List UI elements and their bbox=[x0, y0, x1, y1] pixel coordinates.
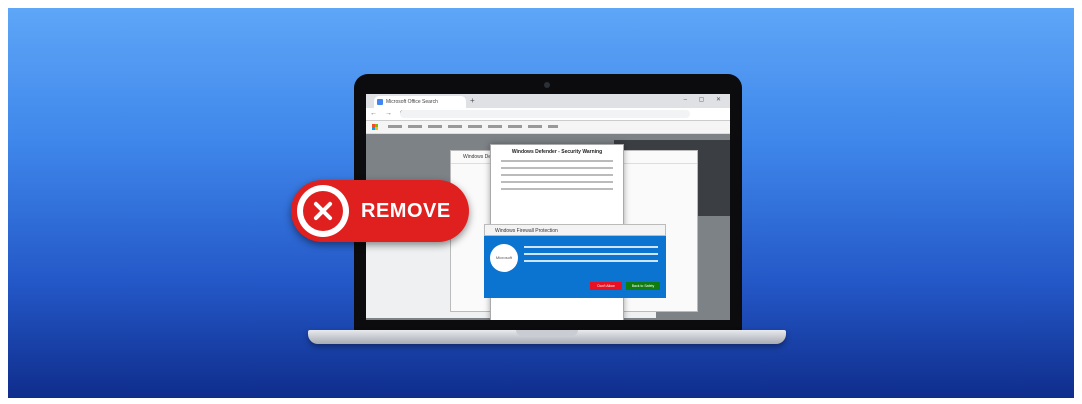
site-nav-links bbox=[388, 125, 558, 128]
tab-title: Microsoft Office Search bbox=[386, 99, 438, 105]
new-tab-button[interactable]: + bbox=[470, 96, 475, 106]
close-icon-x bbox=[303, 191, 343, 231]
browser-tab-bar: Microsoft Office Search + – ▢ ✕ bbox=[366, 94, 730, 108]
allow-button[interactable]: Back to Safety bbox=[626, 282, 660, 290]
webcam bbox=[544, 82, 550, 88]
text-line bbox=[501, 174, 613, 176]
text-line bbox=[501, 188, 613, 190]
firewall-popup-header: Windows Firewall Protection bbox=[484, 224, 666, 236]
popup-center-title: Windows Defender - Security Warning bbox=[511, 149, 603, 155]
text-line bbox=[501, 167, 613, 169]
hero-banner: Microsoft Office Search + – ▢ ✕ ← → ⟳ Wi… bbox=[8, 8, 1074, 398]
firewall-popup-text bbox=[524, 246, 658, 267]
text-line bbox=[524, 260, 658, 262]
firewall-popup: Microsoft Don't Allow Back to Safety bbox=[484, 236, 666, 298]
text-line bbox=[524, 253, 658, 255]
text-line bbox=[524, 246, 658, 248]
remove-label: REMOVE bbox=[361, 200, 451, 222]
browser-tab[interactable]: Microsoft Office Search bbox=[374, 96, 466, 108]
text-line bbox=[501, 160, 613, 162]
laptop-base bbox=[308, 330, 786, 344]
url-field[interactable] bbox=[400, 110, 690, 118]
address-bar: ← → ⟳ bbox=[366, 108, 730, 121]
remove-badge[interactable]: REMOVE bbox=[291, 180, 469, 242]
microsoft-logo-icon bbox=[372, 124, 378, 130]
close-icon bbox=[297, 185, 349, 237]
site-nav-bar bbox=[366, 121, 730, 134]
deny-button[interactable]: Don't Allow bbox=[590, 282, 622, 290]
window-controls[interactable]: – ▢ ✕ bbox=[684, 96, 726, 103]
laptop-notch bbox=[516, 330, 578, 336]
microsoft-circle-logo: Microsoft bbox=[490, 244, 518, 272]
favicon-icon bbox=[377, 99, 383, 105]
text-line bbox=[501, 181, 613, 183]
